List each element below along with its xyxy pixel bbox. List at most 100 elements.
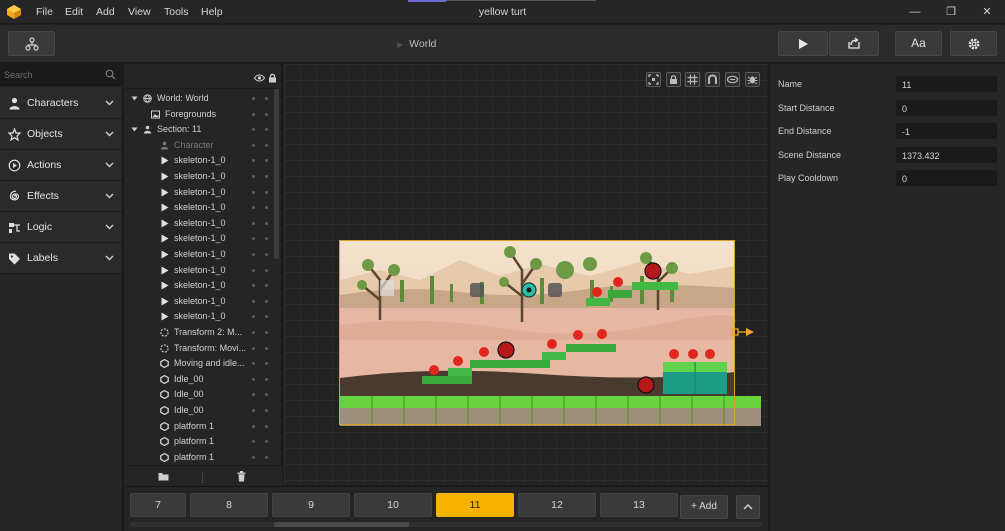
search-icon[interactable] xyxy=(105,69,116,80)
lock-dot[interactable] xyxy=(265,268,268,272)
search-input[interactable] xyxy=(4,68,99,82)
lock-dot[interactable] xyxy=(265,237,268,241)
tree-item[interactable]: World: World xyxy=(124,91,274,106)
lock-dot[interactable] xyxy=(265,97,268,100)
expand-caret-icon[interactable] xyxy=(130,94,139,103)
visibility-dot[interactable] xyxy=(252,455,255,459)
menu-edit[interactable]: Edit xyxy=(65,6,83,18)
section-end-handle[interactable] xyxy=(731,328,754,336)
tree-item[interactable]: skeleton-1_0 xyxy=(124,263,274,278)
visibility-dot[interactable] xyxy=(252,128,255,132)
tree-item[interactable]: Transform 2: M... xyxy=(124,325,274,340)
tree-item[interactable]: platform 1 xyxy=(124,434,274,449)
tree-item[interactable]: skeleton-1_0 xyxy=(124,200,274,215)
visibility-dot[interactable] xyxy=(252,315,255,319)
lock-dot[interactable] xyxy=(265,440,268,444)
category-labels[interactable]: Labels xyxy=(0,243,122,274)
lock-dot[interactable] xyxy=(265,143,268,147)
visibility-dot[interactable] xyxy=(252,175,255,178)
visibility-dot[interactable] xyxy=(252,346,255,350)
lock-dot[interactable] xyxy=(265,175,268,178)
lock-dot[interactable] xyxy=(265,159,268,163)
tree-item[interactable]: Transform: Movi... xyxy=(124,341,274,356)
visibility-dot[interactable] xyxy=(252,440,255,444)
minimize-button[interactable]: — xyxy=(905,4,925,20)
lock-dot[interactable] xyxy=(265,409,268,412)
property-value-field[interactable]: -1 xyxy=(896,123,997,140)
hierarchy-button[interactable] xyxy=(8,31,55,56)
breadcrumb[interactable]: ▶ World xyxy=(397,38,436,50)
category-actions[interactable]: Actions xyxy=(0,150,122,181)
lock-dot[interactable] xyxy=(265,424,268,428)
maximize-button[interactable]: ❐ xyxy=(941,4,961,20)
visibility-dot[interactable] xyxy=(252,97,255,100)
section-tab[interactable]: 11 xyxy=(436,493,514,517)
section-tab[interactable]: 8 xyxy=(190,493,268,517)
section-scrollbar-track[interactable] xyxy=(130,522,762,527)
lock-dot[interactable] xyxy=(265,190,268,194)
category-objects[interactable]: Objects xyxy=(0,119,122,150)
tree-item[interactable]: platform 1 xyxy=(124,419,274,434)
visibility-dot[interactable] xyxy=(252,409,255,412)
lock-icon[interactable] xyxy=(268,73,277,83)
section-tab[interactable]: 12 xyxy=(518,493,596,517)
lock-dot[interactable] xyxy=(265,221,268,225)
text-style-button[interactable]: Aa xyxy=(895,31,942,56)
scroll-up-button[interactable] xyxy=(736,495,760,519)
visibility-dot[interactable] xyxy=(252,268,255,272)
menu-view[interactable]: View xyxy=(128,6,151,18)
trash-icon[interactable] xyxy=(237,471,246,482)
lock-dot[interactable] xyxy=(265,455,268,459)
lock-dot[interactable] xyxy=(265,362,268,366)
lock-dot[interactable] xyxy=(265,346,268,350)
visibility-dot[interactable] xyxy=(252,253,255,256)
lock-dot[interactable] xyxy=(265,284,268,288)
tree-item[interactable]: skeleton-1_0 xyxy=(124,309,274,324)
tree-item[interactable]: skeleton-1_0 xyxy=(124,231,274,246)
lock-canvas-button[interactable] xyxy=(666,72,681,87)
visibility-dot[interactable] xyxy=(252,377,255,381)
visibility-dot[interactable] xyxy=(252,331,255,334)
tree-item[interactable]: skeleton-1_0 xyxy=(124,169,274,184)
settings-button[interactable] xyxy=(950,31,997,56)
expand-caret-icon[interactable] xyxy=(130,125,139,134)
lock-dot[interactable] xyxy=(265,331,268,334)
debug-button[interactable] xyxy=(745,72,760,87)
scene-canvas[interactable] xyxy=(284,64,768,485)
tree-item[interactable]: skeleton-1_0 xyxy=(124,216,274,231)
property-value-field[interactable]: 0 xyxy=(896,99,997,116)
export-button[interactable] xyxy=(829,31,879,56)
lock-dot[interactable] xyxy=(265,315,268,319)
menu-file[interactable]: File xyxy=(36,6,53,18)
section-tab[interactable]: 9 xyxy=(272,493,350,517)
tree-item[interactable]: Moving and idle... xyxy=(124,356,274,371)
snap-button[interactable] xyxy=(705,72,720,87)
visibility-dot[interactable] xyxy=(252,206,255,210)
add-section-button[interactable]: + Add xyxy=(680,495,728,519)
tree-scrollbar[interactable] xyxy=(274,89,279,259)
tree-item[interactable]: skeleton-1_0 xyxy=(124,185,274,200)
category-characters[interactable]: Characters xyxy=(0,88,122,119)
lock-dot[interactable] xyxy=(265,393,268,397)
section-scrollbar-thumb[interactable] xyxy=(274,522,409,527)
tree-item[interactable]: Idle_00 xyxy=(124,387,274,402)
tree-item[interactable]: Section: 11 xyxy=(124,122,274,137)
grid-toggle-button[interactable] xyxy=(685,72,700,87)
visibility-dot[interactable] xyxy=(252,159,255,163)
visibility-dot[interactable] xyxy=(252,299,255,303)
menu-add[interactable]: Add xyxy=(96,6,115,18)
visibility-dot[interactable] xyxy=(252,190,255,194)
close-button[interactable]: ✕ xyxy=(977,4,997,20)
lock-dot[interactable] xyxy=(265,377,268,381)
category-effects[interactable]: Effects xyxy=(0,181,122,212)
tree-item[interactable]: skeleton-1_0 xyxy=(124,153,274,168)
menu-tools[interactable]: Tools xyxy=(164,6,189,18)
visibility-dot[interactable] xyxy=(252,393,255,397)
visibility-dot[interactable] xyxy=(252,237,255,241)
category-logic[interactable]: Logic xyxy=(0,212,122,243)
fit-view-button[interactable] xyxy=(646,72,661,87)
tree-item[interactable]: Character xyxy=(124,138,274,153)
property-value-field[interactable]: 0 xyxy=(896,170,997,187)
folder-icon[interactable] xyxy=(158,472,169,481)
property-value-field[interactable]: 11 xyxy=(896,76,997,92)
